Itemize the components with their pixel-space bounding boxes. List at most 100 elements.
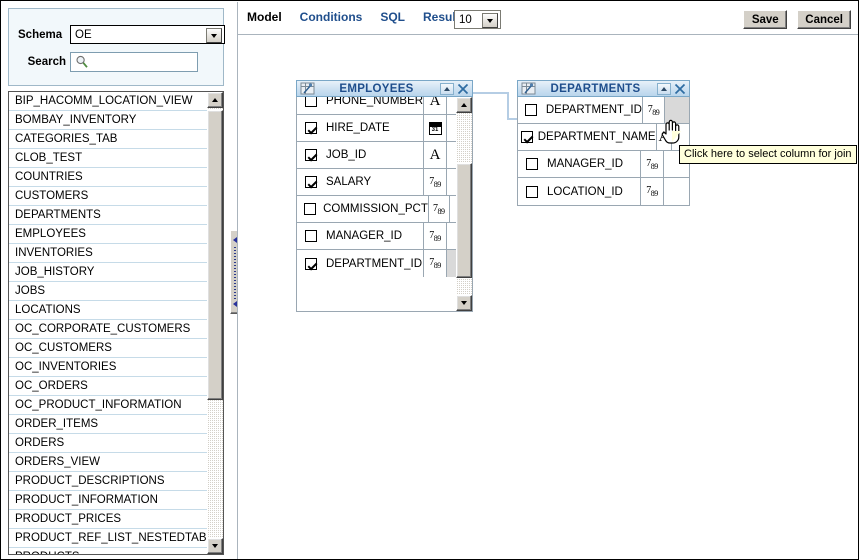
column-name: MANAGER_ID [546,151,641,177]
table-list-scrollbar[interactable] [207,92,223,554]
rows-count-select[interactable]: 10 [454,10,501,29]
column-row[interactable]: SALARY 789 [297,169,472,196]
join-connector-v [507,92,509,120]
join-connector-h1 [467,92,508,94]
cancel-button[interactable]: Cancel [797,10,851,29]
schema-label: Schema [18,28,63,41]
list-item[interactable]: PRODUCT_INFORMATION [9,491,208,510]
column-checkbox[interactable] [518,97,545,123]
column-checkbox[interactable] [518,124,537,150]
departments-columns: DEPARTMENT_ID789DEPARTMENT_NAMEAMANAGER_… [518,97,689,205]
list-item[interactable]: EMPLOYEES [9,225,208,244]
list-item[interactable]: INVENTORIES [9,244,208,263]
list-item[interactable]: CLOB_TEST [9,149,208,168]
column-checkbox[interactable] [518,178,546,205]
schema-select[interactable]: OE [70,25,225,44]
column-row[interactable]: LOCATION_ID 789 [518,178,689,205]
list-item[interactable]: PRODUCT_DESCRIPTIONS [9,472,208,491]
list-item[interactable]: CUSTOMERS [9,187,208,206]
join-cell[interactable] [664,178,689,205]
list-item[interactable]: PRODUCT_REF_LIST_NESTEDTAB [9,529,208,548]
list-item[interactable]: OC_INVENTORIES [9,358,208,377]
main-panel: Model Conditions SQL Results 10 Save Can… [237,2,858,559]
column-row[interactable]: PHONE_NUMBER A [297,97,472,115]
list-item[interactable]: PRODUCT_PRICES [9,510,208,529]
list-item[interactable]: COUNTRIES [9,168,208,187]
column-name: JOB_ID [325,142,424,168]
column-row[interactable]: MANAGER_ID 789 [297,223,472,250]
list-item[interactable]: DEPARTMENTS [9,206,208,225]
scroll-down-button[interactable] [456,295,472,311]
column-checkbox[interactable] [297,223,325,249]
schema-select-value: OE [75,28,92,41]
column-checkbox[interactable] [518,151,546,177]
list-item[interactable]: JOBS [9,282,208,301]
application-window: Schema OE Search BIP_HACOMM_LOCATION_VIE… [0,0,859,560]
table-icon [300,82,315,95]
search-row: Search [18,52,198,72]
column-checkbox[interactable] [297,115,325,141]
list-item[interactable]: LOCATIONS [9,301,208,320]
magnifier-icon [76,55,88,68]
save-button[interactable]: Save [743,10,788,29]
column-checkbox[interactable] [297,142,325,168]
column-checkbox[interactable] [297,250,325,277]
column-checkbox[interactable] [297,97,325,114]
employees-columns: PHONE_NUMBER A HIRE_DATE 31 JOB_ID A SALARY 789… [297,97,472,277]
tab-model[interactable]: Model [247,10,282,24]
list-item[interactable]: PRODUCTS [9,548,208,554]
entity-titlebar[interactable]: EMPLOYEES [296,80,473,97]
column-type-icon: 789 [429,196,450,222]
column-row[interactable]: MANAGER_ID 789 [518,151,689,178]
close-icon[interactable] [673,82,687,96]
list-item[interactable]: CATEGORIES_TAB [9,130,208,149]
minimize-button[interactable] [440,83,454,95]
column-checkbox[interactable] [297,196,322,222]
list-item[interactable]: ORDER_ITEMS [9,415,208,434]
scroll-up-button[interactable] [456,97,472,113]
chevron-down-icon[interactable] [206,28,222,43]
list-item[interactable]: OC_CORPORATE_CUSTOMERS [9,320,208,339]
list-item[interactable]: OC_ORDERS [9,377,208,396]
column-checkbox[interactable] [297,169,325,195]
entity-titlebar[interactable]: DEPARTMENTS [517,80,690,97]
close-icon[interactable] [456,82,470,96]
toolbar: Model Conditions SQL Results 10 Save Can… [238,2,858,35]
list-item[interactable]: ORDERS_VIEW [9,453,208,472]
list-item[interactable]: OC_PRODUCT_INFORMATION [9,396,208,415]
list-item[interactable]: ORDERS [9,434,208,453]
column-name: MANAGER_ID [325,223,424,249]
tab-sql[interactable]: SQL [380,10,405,24]
table-list[interactable]: BIP_HACOMM_LOCATION_VIEW BOMBAY_INVENTORY… [8,91,224,555]
column-row[interactable]: COMMISSION_PCT 789 [297,196,472,223]
scrollbar-thumb[interactable] [456,163,472,278]
sidebar: Schema OE Search BIP_HACOMM_LOCATION_VIE… [2,2,239,559]
column-type-icon: A [424,142,447,168]
chevron-down-icon[interactable] [482,13,498,28]
list-item[interactable]: BOMBAY_INVENTORY [9,111,208,130]
splitter-grip-dots [233,245,236,299]
column-name: COMMISSION_PCT [322,196,429,222]
minimize-button[interactable] [657,83,671,95]
search-input[interactable] [70,52,198,72]
tab-conditions[interactable]: Conditions [300,10,363,24]
column-type-icon: 789 [641,178,664,205]
column-name: SALARY [325,169,424,195]
column-type-icon: 789 [424,169,447,195]
entity-scrollbar-employees[interactable] [456,97,472,311]
list-item[interactable]: OC_CUSTOMERS [9,339,208,358]
scroll-up-button[interactable] [207,92,223,108]
column-row[interactable]: DEPARTMENT_ID 789 [297,250,472,277]
scrollbar-thumb[interactable] [207,110,223,400]
scroll-down-button[interactable] [207,538,223,554]
entity-window-employees[interactable]: EMPLOYEES EMAIL A [296,80,473,312]
column-name: DEPARTMENT_ID [325,250,424,277]
column-row[interactable]: HIRE_DATE 31 [297,115,472,142]
column-row[interactable]: JOB_ID A [297,142,472,169]
model-canvas[interactable]: EMPLOYEES EMAIL A [238,35,858,558]
table-icon [521,82,536,95]
entity-body-employees: EMAIL A PHONE_NUMBERAHIRE_DATE31JOB_IDAS… [296,97,473,312]
column-name: HIRE_DATE [325,115,424,141]
list-item[interactable]: BIP_HACOMM_LOCATION_VIEW [9,92,208,111]
list-item[interactable]: JOB_HISTORY [9,263,208,282]
